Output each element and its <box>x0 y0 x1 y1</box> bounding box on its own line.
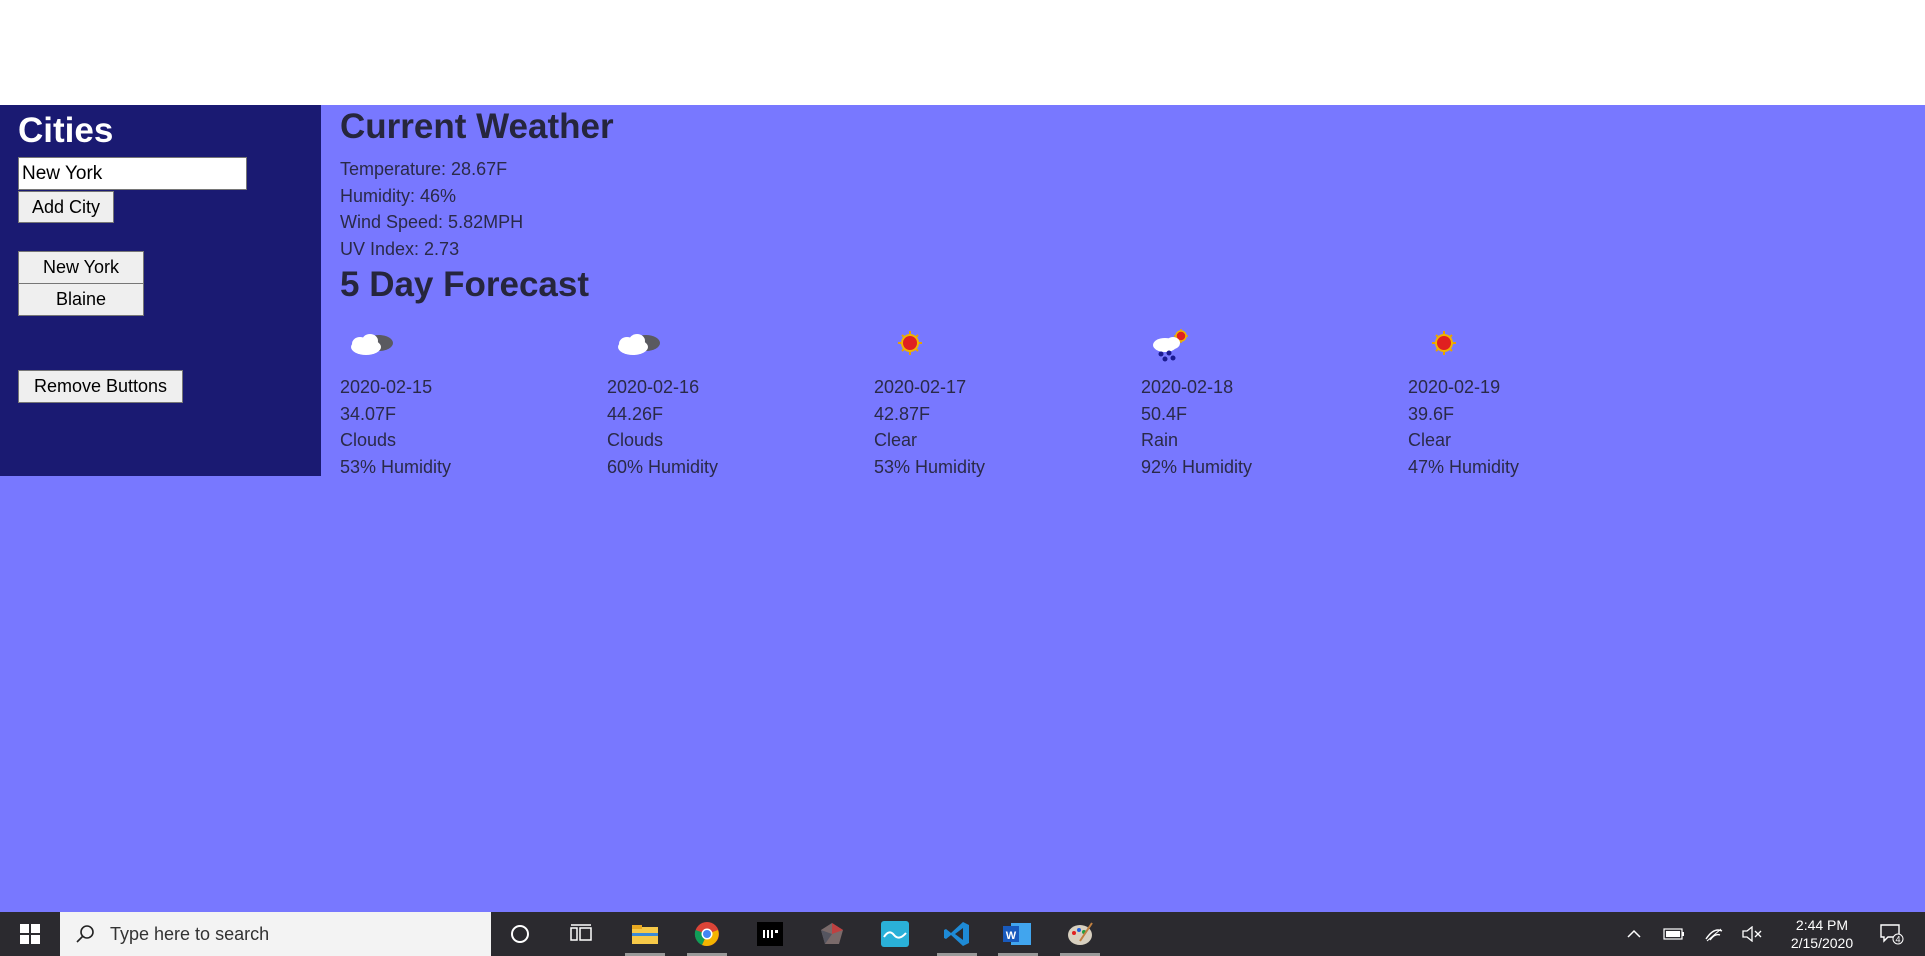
cloudy-icon <box>618 334 660 355</box>
taskbar-app-terminal[interactable] <box>748 912 792 956</box>
notification-count: 4 <box>1895 935 1900 945</box>
action-center-button[interactable]: 4 <box>1872 912 1912 956</box>
browser-blank-area <box>0 0 1925 105</box>
forecast-humidity: 92% Humidity <box>1141 457 1253 477</box>
city-button-new-york[interactable]: New York <box>18 251 144 284</box>
word-icon: W <box>1003 923 1031 945</box>
forecast-humidity: 60% Humidity <box>607 457 719 477</box>
taskbar-clock[interactable]: 2:44 PM 2/15/2020 <box>1777 916 1867 952</box>
chrome-icon <box>694 922 719 946</box>
paint-palette-icon <box>1068 922 1093 945</box>
vscode-icon <box>944 922 969 946</box>
forecast-humidity: 53% Humidity <box>874 457 986 477</box>
taskbar-app-wave[interactable] <box>873 912 917 956</box>
cities-sidebar: Cities Add City New York Blaine Remove B… <box>0 105 321 476</box>
forecast-title: 5 Day Forecast <box>340 265 590 304</box>
sun-icon <box>898 331 922 355</box>
current-humidity: Humidity: 46% <box>340 186 457 206</box>
terminal-app-icon <box>757 922 783 946</box>
taskbar-app-3d[interactable] <box>810 912 854 956</box>
sidebar-title: Cities <box>18 111 114 150</box>
taskbar-app-vscode[interactable] <box>935 912 979 956</box>
city-input[interactable] <box>18 157 247 190</box>
city-button-blaine[interactable]: Blaine <box>18 283 144 316</box>
taskbar-search-box[interactable]: Type here to search <box>60 912 491 956</box>
start-button[interactable] <box>0 912 60 956</box>
forecast-temp: 50.4F <box>1141 404 1188 424</box>
forecast-humidity: 53% Humidity <box>340 457 452 477</box>
forecast-condition: Clouds <box>340 430 397 450</box>
volume-button[interactable] <box>1738 912 1766 956</box>
current-weather-title: Current Weather <box>340 107 614 146</box>
task-view-button[interactable] <box>561 912 601 956</box>
rain-icon <box>1153 329 1188 362</box>
clock-date: 2/15/2020 <box>1790 935 1854 951</box>
forecast-date: 2020-02-19 <box>1408 377 1501 397</box>
network-button[interactable] <box>1700 912 1728 956</box>
remove-buttons-button[interactable]: Remove Buttons <box>18 370 183 403</box>
volume-muted-icon <box>1742 926 1762 942</box>
sun-icon <box>1432 331 1456 355</box>
current-wind-speed: Wind Speed: 5.82MPH <box>340 212 524 232</box>
cloudy-icon <box>351 334 393 355</box>
forecast-temp: 39.6F <box>1408 404 1455 424</box>
clock-time: 2:44 PM <box>1795 917 1849 933</box>
folder-icon <box>632 925 658 944</box>
taskbar-app-file-explorer[interactable] <box>623 912 667 956</box>
forecast-date: 2020-02-15 <box>340 377 433 397</box>
forecast-humidity: 47% Humidity <box>1408 457 1520 477</box>
battery-button[interactable] <box>1660 912 1688 956</box>
cortana-button[interactable] <box>500 912 540 956</box>
forecast-temp: 44.26F <box>607 404 664 424</box>
forecast-temp: 34.07F <box>340 404 397 424</box>
forecast-condition: Rain <box>1141 430 1179 450</box>
chevron-up-icon <box>1627 929 1641 938</box>
search-placeholder: Type here to search <box>110 923 270 944</box>
current-uv-index: UV Index: 2.73 <box>340 239 460 259</box>
current-temperature: Temperature: 28.67F <box>340 159 508 179</box>
forecast-condition: Clear <box>874 430 918 450</box>
cortana-circle-icon <box>511 925 529 943</box>
windows-logo-icon <box>20 924 40 944</box>
wave-app-icon <box>881 921 909 947</box>
forecast-condition: Clear <box>1408 430 1452 450</box>
taskbar-app-chrome[interactable] <box>685 912 729 956</box>
notification-icon: 4 <box>1880 924 1904 945</box>
taskbar-app-word[interactable]: W <box>996 912 1040 956</box>
search-icon <box>76 925 94 943</box>
gem-app-icon <box>821 923 843 944</box>
show-hidden-icons-button[interactable] <box>1620 912 1648 956</box>
svg-text:W: W <box>1006 930 1017 942</box>
battery-icon <box>1663 928 1684 940</box>
forecast-date: 2020-02-16 <box>607 377 700 397</box>
forecast-temp: 42.87F <box>874 404 931 424</box>
add-city-button[interactable]: Add City <box>18 191 114 223</box>
taskbar: Type here to search W 2:44 PM 2/15/2020 … <box>0 912 1925 956</box>
forecast-date: 2020-02-17 <box>874 377 967 397</box>
taskbar-app-paint[interactable] <box>1058 912 1102 956</box>
forecast-condition: Clouds <box>607 430 664 450</box>
forecast-date: 2020-02-18 <box>1141 377 1234 397</box>
wifi-icon <box>1705 928 1723 942</box>
task-view-icon <box>570 924 592 941</box>
